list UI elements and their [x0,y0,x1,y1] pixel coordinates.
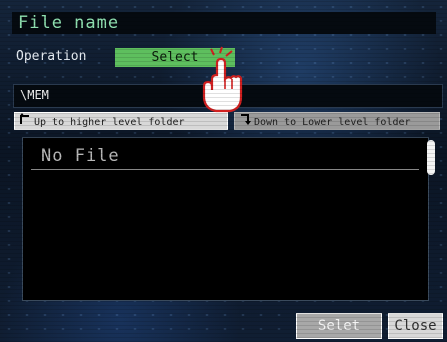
down-folder-button[interactable]: Down to Lower level folder [234,112,440,130]
current-path: \MEM [20,88,49,102]
arrow-down-folder-icon [238,113,254,129]
list-item[interactable]: No File [41,146,120,166]
down-folder-label: Down to Lower level folder [254,117,411,128]
tap-hand-icon [192,45,252,115]
up-folder-label: Up to higher level folder [34,117,185,128]
close-button[interactable]: Close [388,313,443,339]
title-bar: File name [12,12,436,34]
window-title: File name [18,13,120,33]
file-list[interactable]: No File [22,137,429,301]
list-divider [31,169,419,170]
selet-button[interactable]: Selet [296,313,382,339]
operation-label: Operation [16,49,87,64]
arrow-up-folder-icon [18,113,34,129]
scrollbar-thumb[interactable] [427,140,435,175]
